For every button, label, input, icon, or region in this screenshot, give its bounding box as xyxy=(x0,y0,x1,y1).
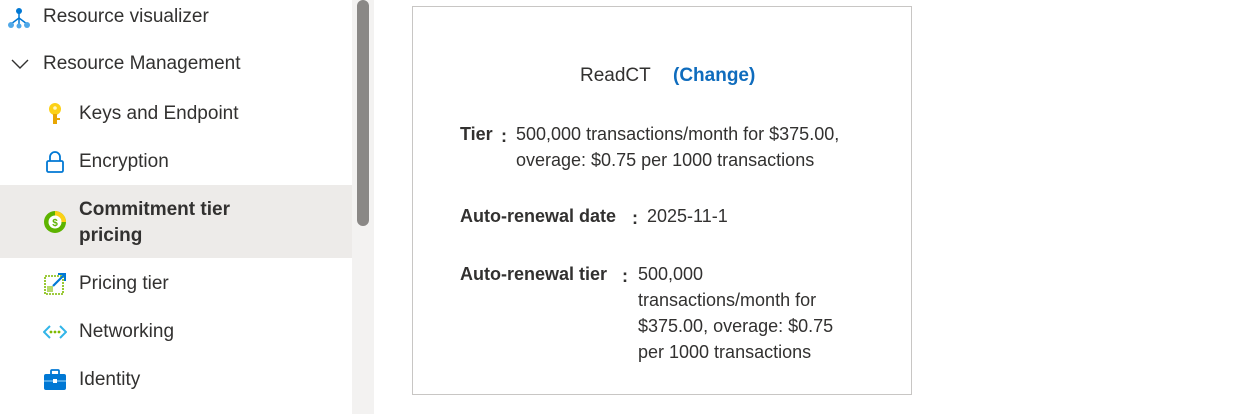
renewal-date-label: Auto-renewal date xyxy=(460,206,617,226)
commitment-tier-name: ReadCT xyxy=(580,65,651,86)
resource-visualizer-icon xyxy=(7,6,31,30)
sidebar-item-label: Encryption xyxy=(79,151,169,172)
sidebar-item-pricing-tier[interactable]: Pricing tier xyxy=(0,266,352,302)
commitment-tier-card: ReadCT (Change) Tier : 500,000 transacti… xyxy=(412,6,912,395)
sidebar-item-commitment-tier-pricing[interactable]: $ Commitment tier pricing xyxy=(0,185,352,258)
sidebar-nav: Resource visualizer Resource Management … xyxy=(0,0,352,414)
change-link[interactable]: (Change) xyxy=(673,65,755,87)
sidebar-item-encryption[interactable]: Encryption xyxy=(0,144,352,180)
tier-value: 500,000 transactions/month for $375.00, … xyxy=(516,124,840,170)
lock-icon xyxy=(43,150,67,174)
renewal-date-value: 2025-11-1 xyxy=(647,206,728,226)
renewal-date-colon: : xyxy=(632,208,638,228)
commitment-tier-icon: $ xyxy=(43,210,67,234)
renewal-tier-colon: : xyxy=(622,266,628,286)
renewal-date-row: Auto-renewal date : 2025-11-1 xyxy=(460,203,880,233)
scrollbar-thumb[interactable] xyxy=(357,0,369,226)
renewal-tier-value: 500,000 transactions/month for $375.00, … xyxy=(638,264,834,362)
sidebar-item-label: Keys and Endpoint xyxy=(79,103,239,124)
sidebar-item-label: Networking xyxy=(79,321,175,342)
identity-icon xyxy=(43,368,67,392)
renewal-tier-row: Auto-renewal tier : 500,000 transactions… xyxy=(460,261,880,371)
edit-pricing-icon xyxy=(43,272,67,296)
sidebar-group-resource-management[interactable]: Resource Management xyxy=(0,46,352,82)
chevron-down-icon xyxy=(8,52,32,76)
key-icon xyxy=(43,102,67,126)
sidebar-group-label: Resource Management xyxy=(43,53,241,74)
sidebar-item-label: Commitment tier pricing xyxy=(79,199,230,246)
sidebar-item-keys-and-endpoint[interactable]: Keys and Endpoint xyxy=(0,96,352,132)
networking-icon xyxy=(43,320,67,344)
sidebar-scrollbar[interactable] xyxy=(352,0,374,414)
renewal-tier-label: Auto-renewal tier xyxy=(460,264,608,284)
sidebar-item-label: Identity xyxy=(79,369,141,390)
tier-colon: : xyxy=(501,126,507,146)
sidebar-item-resource-visualizer[interactable]: Resource visualizer xyxy=(0,0,352,36)
tier-label: Tier xyxy=(460,124,493,144)
sidebar-item-identity[interactable]: Identity xyxy=(0,362,352,398)
svg-text:$: $ xyxy=(52,218,58,229)
sidebar-item-label: Resource visualizer xyxy=(43,6,209,27)
sidebar-item-label: Pricing tier xyxy=(79,273,169,294)
sidebar-item-networking[interactable]: Networking xyxy=(0,314,352,350)
tier-row: Tier : 500,000 transactions/month for $3… xyxy=(460,121,880,177)
